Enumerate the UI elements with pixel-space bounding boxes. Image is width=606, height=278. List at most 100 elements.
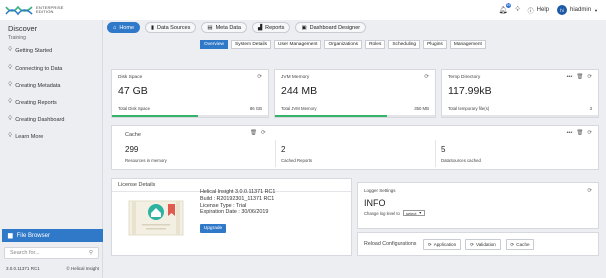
tab-dashboard-designer[interactable]: ▣ Dashboard Designer (295, 22, 367, 33)
lightbulb-icon: 💡︎ (8, 47, 13, 53)
notifications-button[interactable]: 🔔︎ 16 (499, 3, 512, 14)
refresh-icon[interactable]: ⟳ (587, 188, 592, 194)
change-log-level-label: Change log level to (364, 211, 400, 216)
logger-settings-card: Logger Settings ⟳ INFO Change log level … (357, 182, 599, 229)
button-label: Application (433, 242, 457, 247)
disk-total-label: Total Disk Space (118, 106, 151, 111)
lightbulb-icon: 💡︎ (8, 65, 13, 71)
file-browser-button[interactable]: ▆ File Browser (2, 229, 103, 242)
sidebar-item-label: Creating Dashboard (15, 116, 65, 123)
tab-label: Meta Data (215, 24, 241, 31)
app-root: ENTERPRISE EDITION 🔔︎ 16 💡︎ ⓘ Help hi hi… (0, 0, 606, 278)
sidebar-item-connecting-to-data[interactable]: 💡︎ Connecting to Data (8, 65, 62, 72)
sidebar-item-creating-metadata[interactable]: 💡︎ Creating Metadata (8, 82, 60, 89)
jvm-memory-card: JVM Memory ⟳ 244 MB Total JVM Memory 350… (274, 69, 436, 118)
trash-icon[interactable]: 🗑︎ (250, 130, 257, 136)
subtab-user-management[interactable]: User Management (274, 40, 322, 49)
reload-application-button[interactable]: ⟳ Application (423, 239, 461, 250)
temp-total-label: Total temporary file(s) (448, 106, 490, 111)
card-title: Temp Directory (448, 75, 481, 80)
cache-resources-label: Resources in memory (125, 158, 167, 163)
trash-icon[interactable]: 🗑︎ (576, 130, 583, 136)
sidebar-item-creating-dashboard[interactable]: 💡︎ Creating Dashboard (8, 116, 64, 123)
tab-label: Data Sources (157, 24, 191, 31)
subtab-roles[interactable]: Roles (365, 40, 386, 49)
chevron-down-icon: ▼ (594, 7, 598, 13)
lightbulb-button[interactable]: 💡︎ (515, 7, 519, 14)
sidebar-title: Discover (8, 24, 38, 33)
help-label: Help (536, 7, 550, 13)
divider (275, 140, 276, 167)
license-title: License Details (118, 182, 156, 188)
tab-meta-data[interactable]: ▤ Meta Data (201, 22, 247, 33)
card-title: Disk Space (118, 75, 143, 80)
disk-progress-fill (112, 115, 198, 117)
card-title: JVM Memory (281, 75, 310, 80)
license-type: License Type : Trial (200, 202, 247, 209)
more-icon[interactable]: ••• (567, 74, 573, 80)
trash-icon[interactable]: 🗑︎ (576, 74, 583, 80)
dashboard-icon: ▣ (301, 24, 307, 31)
refresh-icon: ⟳ (470, 241, 474, 247)
help-icon: ⓘ (527, 8, 534, 15)
sidebar-item-creating-reports[interactable]: 💡︎ Creating Reports (8, 99, 57, 106)
subtab-overview[interactable]: Overview (200, 40, 228, 49)
jvm-total-value: 350 MB (414, 106, 429, 111)
copyright-text: © Helical Insight (66, 266, 99, 271)
tab-label: Reports (265, 24, 285, 31)
lightbulb-icon: 💡︎ (8, 116, 13, 122)
folder-icon: ▆ (8, 233, 13, 239)
lightbulb-icon: 💡︎ (8, 99, 13, 105)
tab-data-sources[interactable]: ▮ Data Sources (145, 22, 197, 33)
reload-validation-button[interactable]: ⟳ Validation (465, 239, 501, 250)
file-browser-label: File Browser (16, 232, 50, 239)
database-icon: ▮ (151, 24, 155, 31)
admin-subtabs: Overview System Details User Management … (200, 40, 486, 49)
more-icon[interactable]: ••• (567, 130, 573, 136)
refresh-icon[interactable]: ⟳ (587, 74, 592, 80)
user-menu[interactable]: hi hiadmin ▼ (557, 5, 598, 15)
subtab-system-details[interactable]: System Details (231, 40, 271, 49)
button-label: Validation (476, 242, 496, 247)
table-icon: ▤ (207, 24, 213, 31)
temp-directory-value: 117.99kB (448, 85, 492, 97)
log-level-select[interactable]: select ▼ (403, 210, 425, 216)
brand-logo[interactable]: ENTERPRISE EDITION (0, 0, 103, 20)
subtab-organizations[interactable]: Organizations (324, 40, 363, 49)
temp-total-value: 3 (589, 106, 592, 111)
refresh-icon: ⟳ (427, 241, 432, 247)
upgrade-button[interactable]: Upgrade (200, 224, 226, 233)
cache-datasources-value: 5 (441, 145, 446, 154)
refresh-icon[interactable]: ⟳ (424, 74, 429, 80)
cache-card: Cache 🗑︎ ⟳ ••• 🗑︎ ⟳ 299 Resources in mem… (111, 125, 599, 170)
refresh-icon[interactable]: ⟳ (587, 130, 592, 136)
sidebar-item-label: Creating Metadata (15, 82, 61, 89)
subtab-management[interactable]: Management (449, 40, 486, 49)
jvm-memory-value: 244 MB (281, 85, 318, 97)
reload-title: Reload Configurations (364, 241, 417, 247)
disk-space-card: Disk Space ⟳ 47 GB Total Disk Space 86 G… (111, 69, 269, 118)
search-input[interactable]: Search for... ⚲ (4, 247, 99, 259)
cache-datasources-label: DataSources cached (441, 158, 481, 163)
bar-chart-icon: ▟ (257, 24, 263, 31)
refresh-icon[interactable]: ⟳ (261, 130, 266, 136)
button-label: Cache (516, 242, 530, 247)
jvm-total-label: Total JVM Memory (281, 106, 317, 111)
tab-label: Home (119, 24, 134, 31)
refresh-icon[interactable]: ⟳ (257, 74, 262, 80)
sidebar-item-label: Connecting to Data (15, 65, 63, 72)
tab-reports[interactable]: ▟ Reports (251, 22, 291, 33)
tab-home[interactable]: ⌂ Home (107, 22, 140, 33)
cache-title: Cache (125, 132, 141, 138)
sidebar-item-learn-more[interactable]: 💡︎ Learn More (8, 133, 43, 140)
subtab-plugins[interactable]: Plugins (423, 40, 447, 49)
license-expiration: Expiration Date : 30/06/2019 (200, 209, 269, 216)
sidebar-item-label: Learn More (15, 133, 44, 140)
subtab-scheduling[interactable]: Scheduling (388, 40, 421, 49)
help-button[interactable]: ⓘ Help (528, 6, 549, 15)
sidebar-item-getting-started[interactable]: 💡︎ Getting Started (8, 47, 52, 54)
avatar: hi (557, 5, 568, 15)
lightbulb-icon: 💡︎ (8, 82, 13, 88)
reload-cache-button[interactable]: ⟳ Cache (506, 239, 534, 250)
license-info: Helical Insight 3.0.0.11371 RC1 Build : … (200, 189, 275, 216)
